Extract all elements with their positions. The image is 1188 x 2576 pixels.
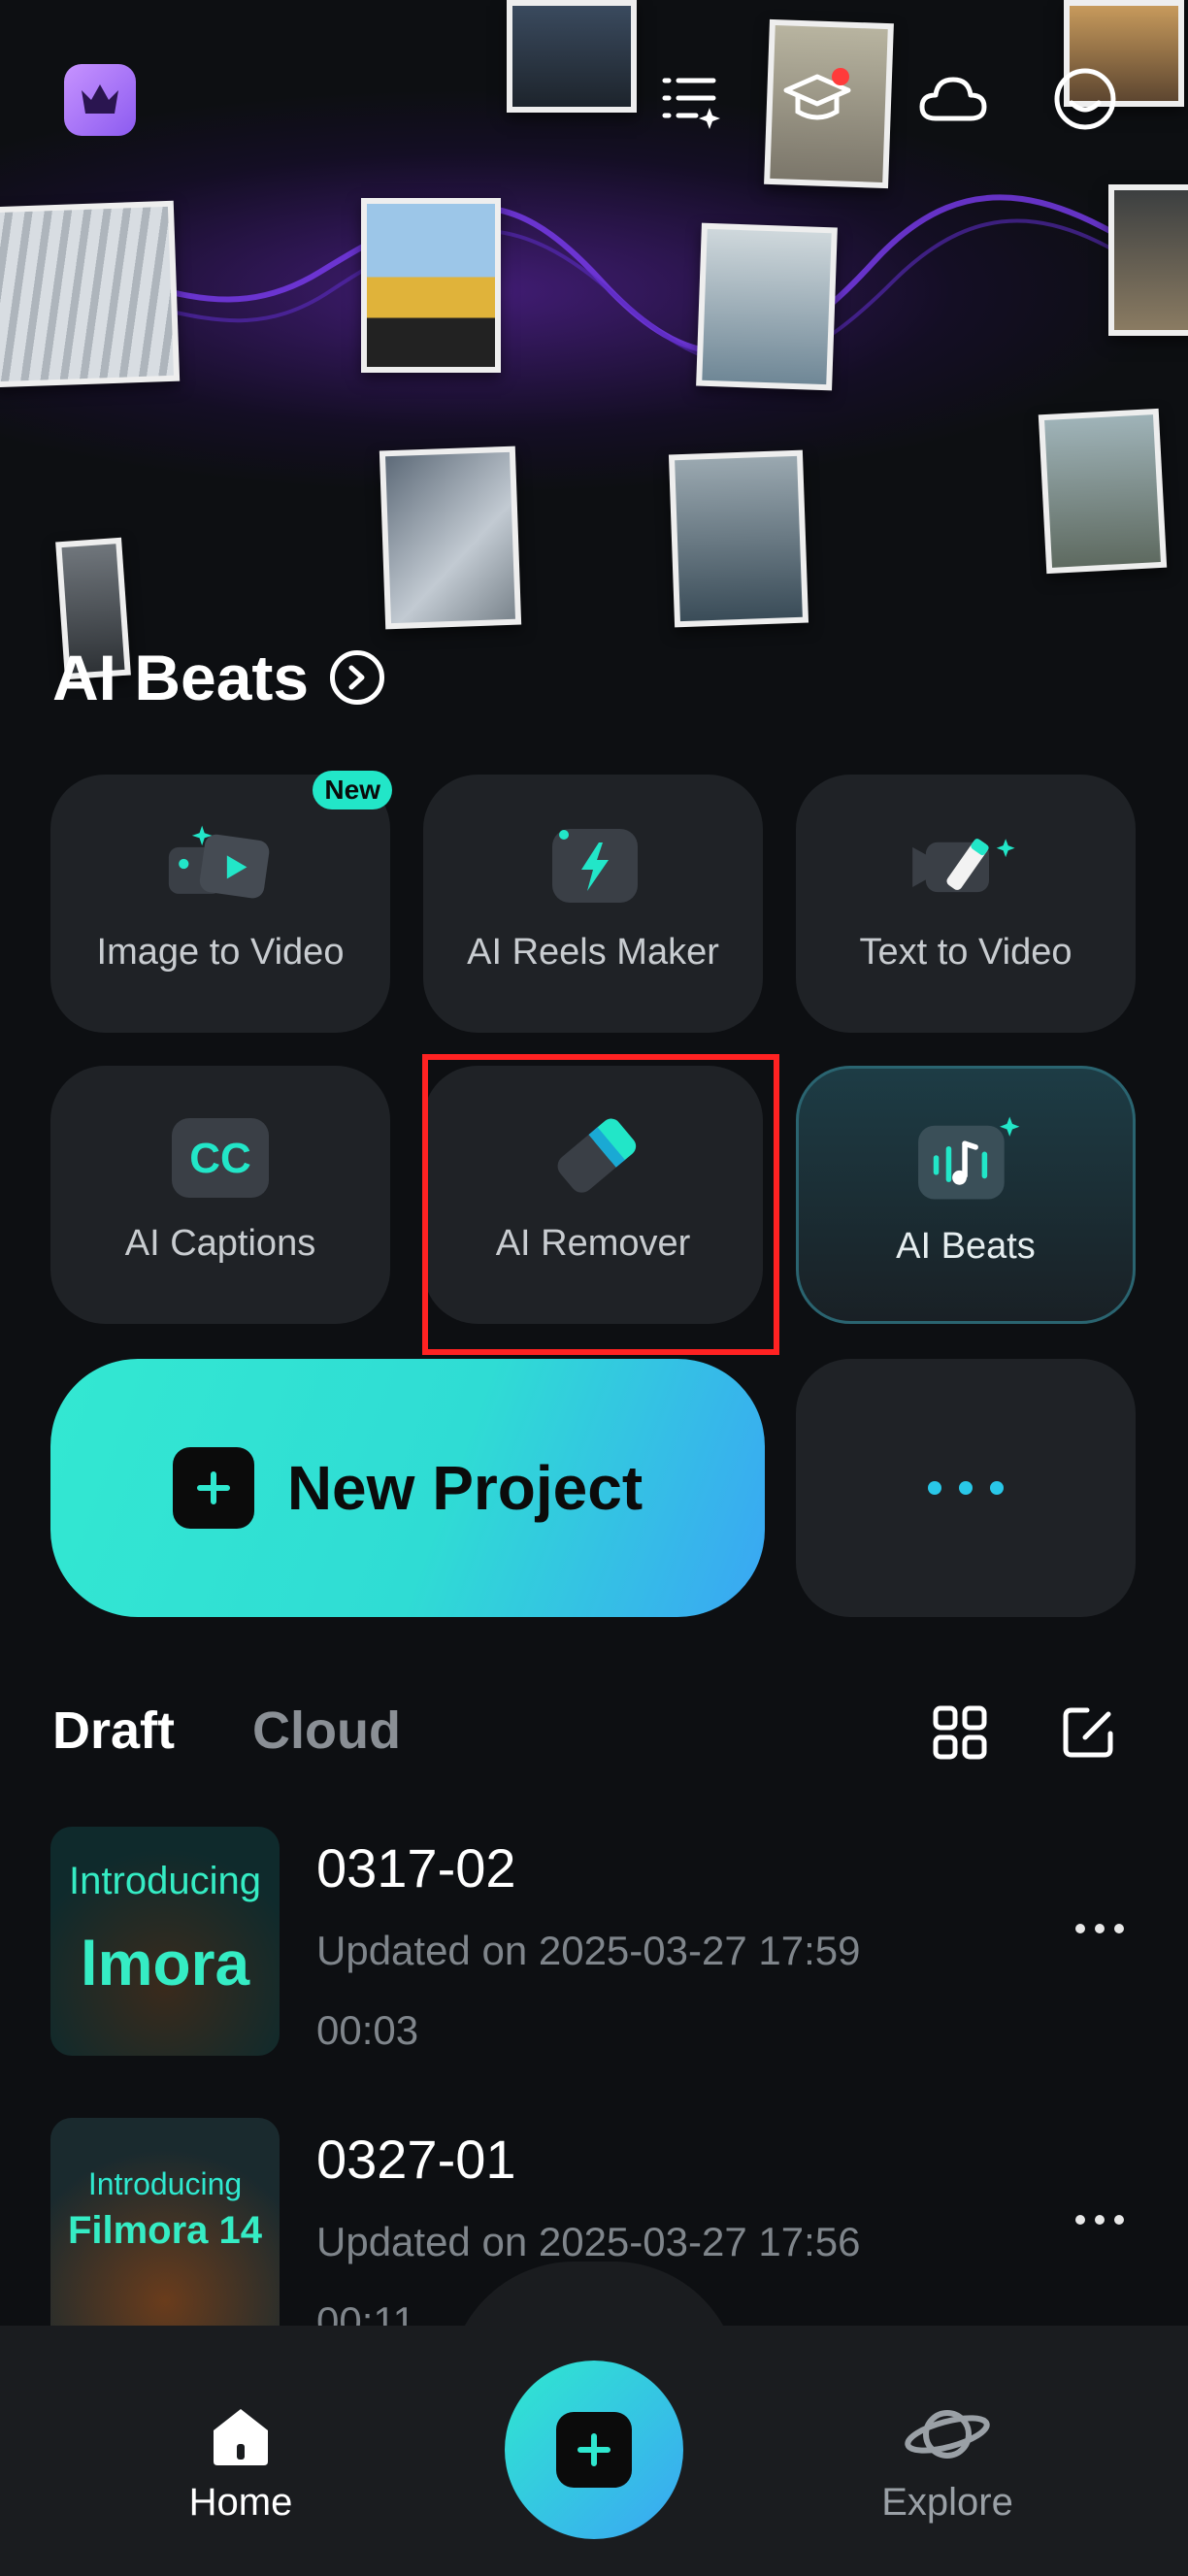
tool-label: AI Captions [124, 1223, 316, 1264]
lightning-icon [535, 815, 651, 912]
graduation-cap-icon [783, 68, 851, 120]
draft-title: 0327-01 [316, 2129, 516, 2190]
nav-home[interactable]: Home [144, 2401, 338, 2525]
tutorial-button[interactable] [776, 58, 858, 140]
draft-thumbnail: Introducing Filmora 14 [50, 2118, 280, 2347]
tool-label: Text to Video [859, 932, 1072, 973]
new-badge: New [313, 771, 392, 809]
hero-photo [379, 446, 522, 630]
tool-ai-beats[interactable]: AI Beats [796, 1066, 1136, 1324]
new-project-button[interactable]: New Project [50, 1359, 765, 1617]
pencil-video-icon [908, 815, 1024, 912]
more-options-icon[interactable] [1075, 2215, 1124, 2225]
planet-icon [905, 2410, 990, 2459]
cloud-button[interactable] [912, 58, 994, 140]
task-list-button[interactable] [648, 58, 730, 140]
more-options-icon[interactable] [1075, 1924, 1124, 1933]
draft-title: 0317-02 [316, 1837, 516, 1899]
nav-home-label: Home [188, 2481, 293, 2524]
grid-view-button[interactable] [928, 1701, 992, 1765]
svg-text:CC: CC [189, 1135, 251, 1182]
premium-crown-button[interactable] [64, 64, 136, 136]
crown-icon [82, 84, 118, 114]
tab-draft[interactable]: Draft [52, 1701, 175, 1761]
cc-icon: CC [162, 1106, 279, 1204]
profile-button[interactable] [1044, 58, 1126, 140]
cloud-icon [919, 77, 987, 121]
hero-photo [0, 200, 181, 388]
section-title-link[interactable]: AI Beats [52, 641, 385, 714]
tab-cloud[interactable]: Cloud [252, 1701, 401, 1761]
plus-icon [556, 2412, 632, 2488]
edit-icon [1063, 1707, 1113, 1758]
hero-photo [668, 449, 809, 628]
edit-drafts-button[interactable] [1056, 1701, 1120, 1765]
section-title: AI Beats [52, 642, 310, 713]
new-project-label: New Project [286, 1453, 644, 1523]
nav-explore-label: Explore [881, 2481, 1013, 2524]
highlight-box [422, 1054, 779, 1355]
grid-icon [933, 1705, 987, 1760]
draft-tabs: Draft Cloud [52, 1701, 401, 1761]
tool-text-to-video[interactable]: Text to Video [796, 775, 1136, 1033]
hero-photo [1108, 184, 1188, 336]
plus-icon [172, 1447, 254, 1529]
hero-photo [696, 222, 838, 391]
hero-photo [361, 198, 501, 373]
tool-label: AI Reels Maker [467, 932, 719, 973]
create-fab-button[interactable] [505, 2361, 683, 2539]
more-dots-icon [928, 1481, 941, 1495]
hero-photo [507, 0, 637, 113]
hero-banner [0, 0, 1188, 699]
home-icon [214, 2409, 268, 2465]
tool-image-to-video[interactable]: Image to Video New [50, 771, 392, 1033]
chevron-right-icon [330, 650, 385, 705]
music-beats-icon [908, 1109, 1024, 1206]
tool-ai-captions[interactable]: CC AI Captions [50, 1066, 390, 1324]
image-to-video-icon [162, 815, 279, 912]
draft-duration: 00:03 [316, 2007, 419, 2053]
list-sparkle-icon [662, 78, 720, 129]
tool-label: Image to Video [96, 932, 345, 973]
draft-updated: Updated on 2025-03-27 17:59 [316, 1928, 861, 1973]
more-tools-button[interactable] [796, 1359, 1136, 1617]
draft-updated: Updated on 2025-03-27 17:56 [316, 2219, 861, 2264]
tool-label: AI Beats [896, 1226, 1036, 1267]
hero-photo [1038, 408, 1168, 575]
draft-thumbnail: Introducing lmora [50, 1827, 280, 2056]
nav-explore[interactable]: Explore [850, 2401, 1044, 2525]
smiley-profile-icon [1054, 68, 1116, 130]
draft-row[interactable]: Introducing lmora 0317-02 Updated on 202… [50, 1827, 1138, 2056]
tool-ai-reels-maker[interactable]: AI Reels Maker [423, 775, 763, 1033]
